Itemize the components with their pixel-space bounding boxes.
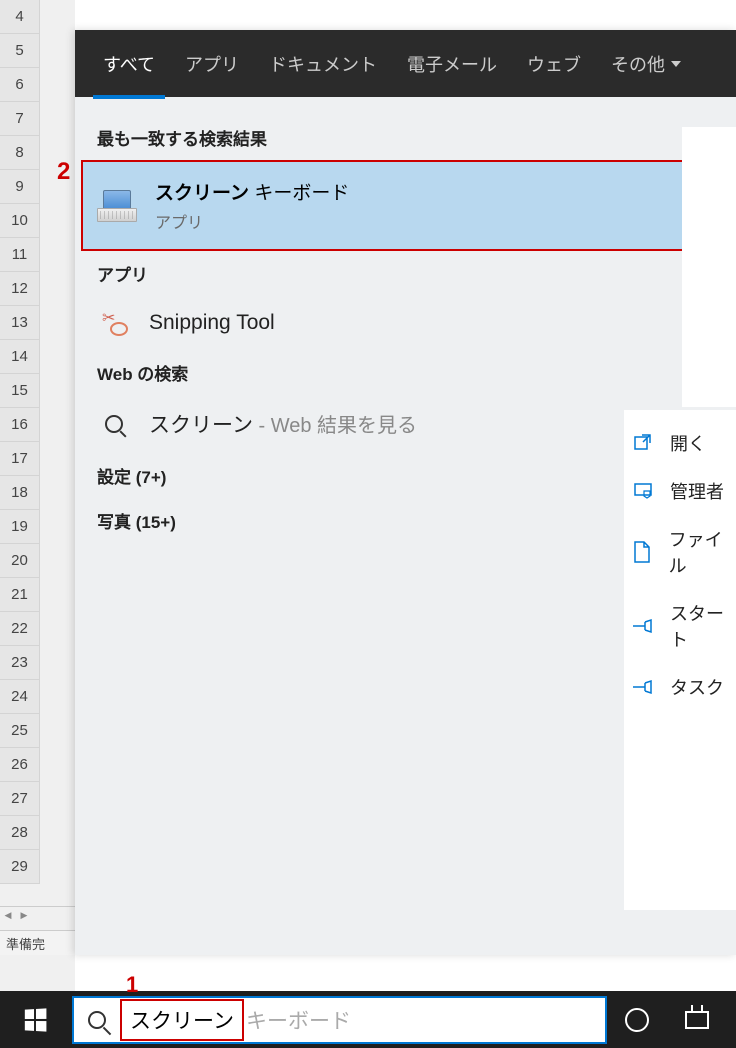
row-header[interactable]: 22 — [0, 612, 40, 646]
row-header[interactable]: 24 — [0, 680, 40, 714]
task-view-button[interactable] — [667, 991, 727, 1048]
action-task-label: タスク — [670, 674, 724, 700]
search-autocomplete-ghost: キーボード — [246, 1005, 351, 1035]
best-match-subtitle: アプリ — [155, 209, 349, 233]
action-start-label: スタート — [670, 600, 736, 652]
open-icon — [632, 432, 654, 454]
best-match-result[interactable]: 2 スクリーン キーボード アプリ — [81, 160, 730, 251]
tab-all[interactable]: すべて — [93, 43, 165, 85]
row-header[interactable]: 26 — [0, 748, 40, 782]
tab-documents[interactable]: ドキュメント — [259, 43, 387, 85]
row-header[interactable]: 19 — [0, 510, 40, 544]
row-header[interactable]: 5 — [0, 34, 40, 68]
details-panel-bg — [682, 127, 736, 407]
action-open[interactable]: 開く — [632, 430, 736, 456]
tab-web[interactable]: ウェブ — [517, 43, 591, 85]
row-header[interactable]: 14 — [0, 340, 40, 374]
chevron-down-icon — [671, 61, 681, 67]
section-web-search: Web の検索 — [75, 350, 736, 395]
row-header[interactable]: 13 — [0, 306, 40, 340]
tab-more-label: その他 — [611, 51, 665, 77]
row-header[interactable]: 7 — [0, 102, 40, 136]
task-view-icon — [685, 1011, 709, 1029]
action-pin-start[interactable]: スタート — [632, 600, 736, 652]
row-header[interactable]: 15 — [0, 374, 40, 408]
action-pin-taskbar[interactable]: タスク — [632, 674, 736, 700]
row-header[interactable]: 12 — [0, 272, 40, 306]
taskbar-search-input[interactable]: 1 スクリーン キーボード — [72, 996, 607, 1044]
search-icon — [97, 411, 131, 437]
row-header[interactable]: 11 — [0, 238, 40, 272]
search-typed-text: スクリーン — [120, 999, 244, 1041]
tab-apps[interactable]: アプリ — [175, 43, 249, 85]
excel-row-headers: 4 5 6 7 8 9 10 11 12 13 14 15 16 17 18 1… — [0, 0, 40, 884]
app-result-snipping-tool[interactable]: ✂ Snipping Tool › — [75, 296, 736, 350]
on-screen-keyboard-icon — [97, 190, 137, 222]
row-header[interactable]: 10 — [0, 204, 40, 238]
row-header[interactable]: 18 — [0, 476, 40, 510]
row-header[interactable]: 8 — [0, 136, 40, 170]
action-file-label: ファイル — [669, 526, 736, 578]
action-open-label: 開く — [670, 430, 706, 456]
best-match-text: スクリーン キーボード アプリ — [155, 178, 349, 233]
section-apps: アプリ — [75, 251, 736, 296]
row-header[interactable]: 20 — [0, 544, 40, 578]
row-header[interactable]: 16 — [0, 408, 40, 442]
tab-more[interactable]: その他 — [601, 43, 691, 85]
row-header[interactable]: 28 — [0, 816, 40, 850]
row-header[interactable]: 25 — [0, 714, 40, 748]
section-best-match: 最も一致する検索結果 — [75, 115, 736, 160]
action-open-file-location[interactable]: ファイル — [632, 526, 736, 578]
web-result-label: スクリーン - Web 結果を見る — [149, 409, 680, 439]
annotation-marker-2: 2 — [57, 158, 70, 186]
action-run-admin[interactable]: 管理者 — [632, 478, 736, 504]
row-header[interactable]: 9 — [0, 170, 40, 204]
windows-search-panel: すべて アプリ ドキュメント 電子メール ウェブ その他 最も一致する検索結果 … — [75, 30, 736, 955]
search-icon — [88, 1011, 106, 1029]
cortana-button[interactable] — [607, 991, 667, 1048]
start-button[interactable] — [0, 991, 70, 1048]
cortana-icon — [625, 1008, 649, 1032]
shield-icon — [632, 480, 654, 502]
best-match-title: スクリーン キーボード — [155, 178, 349, 205]
pin-icon — [632, 615, 654, 637]
windows-logo-icon — [25, 1008, 47, 1031]
details-actions-panel: 開く 管理者 ファイル スタート タスク — [624, 410, 736, 910]
taskbar: 1 スクリーン キーボード — [0, 991, 736, 1048]
row-header[interactable]: 21 — [0, 578, 40, 612]
row-header[interactable]: 23 — [0, 646, 40, 680]
pin-icon — [632, 676, 654, 698]
row-header[interactable]: 6 — [0, 68, 40, 102]
row-header[interactable]: 27 — [0, 782, 40, 816]
row-header[interactable]: 17 — [0, 442, 40, 476]
scroll-right-icon[interactable]: ▶ — [16, 908, 32, 924]
horizontal-scrollbar[interactable]: ◀ ▶ — [0, 906, 75, 924]
row-header[interactable]: 29 — [0, 850, 40, 884]
app-result-label: Snipping Tool — [149, 311, 680, 335]
snipping-tool-icon: ✂ — [97, 310, 131, 336]
excel-statusbar: 準備完 — [0, 930, 75, 955]
scroll-left-icon[interactable]: ◀ — [0, 908, 16, 924]
annotation-marker-1: 1 — [126, 972, 138, 998]
tab-email[interactable]: 電子メール — [397, 43, 507, 85]
file-icon — [632, 541, 653, 563]
action-admin-label: 管理者 — [670, 478, 724, 504]
row-header[interactable]: 4 — [0, 0, 40, 34]
search-filter-tabs: すべて アプリ ドキュメント 電子メール ウェブ その他 — [75, 30, 736, 97]
